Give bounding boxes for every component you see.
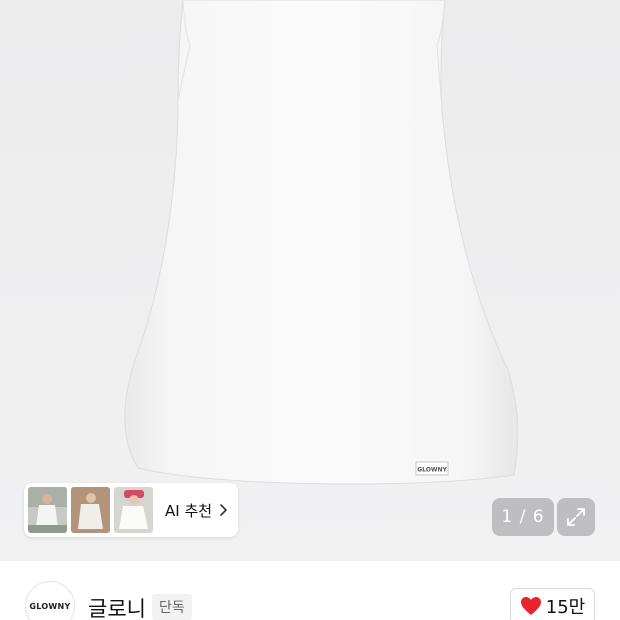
like-count: 15만 [545, 597, 586, 618]
brand-logo-text: GLOWNY [29, 601, 71, 611]
brand-name[interactable]: 글로니 [88, 593, 146, 620]
ai-thumbnail-2[interactable] [71, 487, 110, 533]
chevron-right-icon [220, 504, 227, 516]
ai-recommend-label: AI 추천 [165, 501, 213, 520]
like-button[interactable]: 15만 [510, 588, 595, 620]
fullscreen-button[interactable] [557, 498, 595, 536]
image-counter: 1 / 6 [492, 498, 554, 536]
dress-product-image: GLOWNY [124, 0, 519, 485]
heart-icon [520, 597, 541, 615]
brand-row: GLOWNY 글로니 단독 15만 [0, 561, 620, 620]
dress-label-text: GLOWNY [417, 467, 447, 474]
exclusive-badge: 단독 [152, 594, 192, 620]
product-image-gallery[interactable]: GLOWNY AI 추천 1 / 6 [0, 0, 620, 561]
ai-recommend-chip[interactable]: AI 추천 [24, 483, 238, 537]
ai-thumbnail-1[interactable] [28, 487, 67, 533]
ai-thumbnail-3[interactable] [114, 487, 153, 533]
brand-logo[interactable]: GLOWNY [25, 581, 75, 620]
expand-icon [567, 508, 585, 526]
